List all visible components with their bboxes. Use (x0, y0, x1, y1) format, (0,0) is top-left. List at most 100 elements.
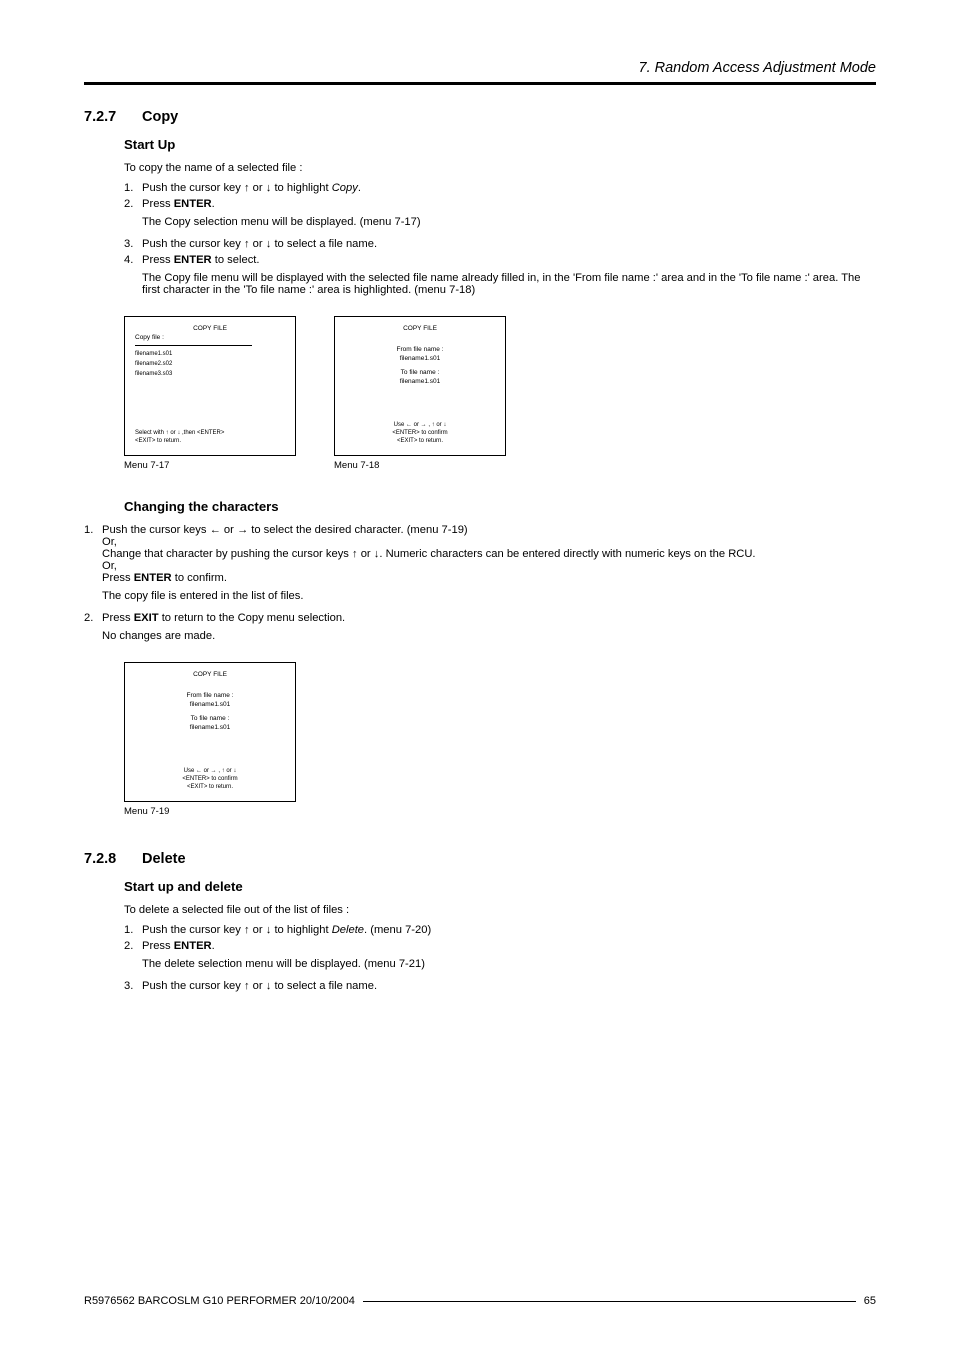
subhead-start-up: Start Up (124, 137, 876, 152)
left-arrow-icon: ← (210, 524, 221, 536)
menu-figures-row: COPY FILE Copy file : filename1.s01 file… (124, 316, 876, 471)
subhead-start-up-delete: Start up and delete (124, 879, 876, 894)
menu-line: Copy file : (135, 334, 285, 343)
menu-rule (135, 345, 252, 346)
text: . (358, 182, 361, 194)
menu-frame: COPY FILE Copy file : filename1.s01 file… (124, 316, 296, 456)
section-number: 7.2.7 (84, 109, 142, 125)
step-text: Push the cursor keys ← or → to select th… (102, 524, 876, 608)
menu-footer: Use ← or → , ↑ or ↓ <ENTER> to confirm <… (125, 767, 295, 791)
step-number: 1. (84, 524, 102, 608)
page: 7. Random Access Adjustment Mode 7.2.7 C… (0, 0, 954, 1351)
menu-7-18: COPY FILE From file name : filename1.s01… (334, 316, 506, 471)
step-text: Press ENTER. The Copy selection menu wil… (142, 198, 876, 234)
menu-line: filename2.s02 (135, 360, 285, 368)
text: to select the desired character. (menu 7… (248, 524, 468, 536)
step-result: The copy file is entered in the list of … (102, 590, 876, 602)
emphasis: Delete (332, 924, 364, 936)
menu-title: COPY FILE (135, 671, 285, 680)
step-number: 2. (84, 612, 102, 648)
text: Press (142, 198, 174, 210)
text: . Numeric characters can be entered dire… (379, 548, 755, 560)
step-result: The Copy selection menu will be displaye… (142, 216, 876, 228)
text: . (212, 198, 215, 210)
section-7-2-7-heading: 7.2.7 Copy (84, 109, 876, 125)
menu-title: COPY FILE (345, 325, 495, 334)
text: Push the cursor key (142, 924, 244, 936)
text: Press (102, 572, 134, 584)
menu-caption: Menu 7-17 (124, 460, 296, 471)
menu-7-19: COPY FILE From file name : filename1.s01… (124, 662, 296, 817)
step-number: 2. (124, 940, 142, 976)
copy-steps: 1. Push the cursor key ↑ or ↓ to highlig… (124, 182, 876, 302)
text: to confirm. (172, 572, 227, 584)
section-title: Delete (142, 851, 186, 867)
step-text: Push the cursor key ↑ or ↓ to highlight … (142, 182, 876, 194)
delete-steps: 1. Push the cursor key ↑ or ↓ to highlig… (124, 924, 876, 992)
text: to return to the Copy menu selection. (159, 612, 346, 624)
page-number: 65 (864, 1295, 876, 1307)
text: Change that character by pushing the cur… (102, 548, 352, 560)
step-text: Push the cursor key ↑ or ↓ to highlight … (142, 924, 876, 936)
emphasis: Copy (332, 182, 358, 194)
text: Push the cursor key (142, 980, 244, 992)
menu-7-17: COPY FILE Copy file : filename1.s01 file… (124, 316, 296, 471)
right-arrow-icon: → (237, 524, 248, 536)
menu-frame: COPY FILE From file name : filename1.s01… (334, 316, 506, 456)
text: Press (102, 612, 134, 624)
text: Press (142, 254, 174, 266)
changing-steps: 1. Push the cursor keys ← or → to select… (84, 524, 876, 648)
text: Push the cursor key (142, 238, 244, 250)
menu-line: filename1.s01 (345, 378, 495, 387)
step-text: Press ENTER to select. The Copy file men… (142, 254, 876, 302)
text: . (menu 7-20) (364, 924, 431, 936)
running-header: 7. Random Access Adjustment Mode (84, 60, 876, 76)
text: Push the cursor key (142, 182, 244, 194)
text: to select a file name. (271, 980, 377, 992)
section-7-2-8-heading: 7.2.8 Delete (84, 851, 876, 867)
section-7-2-8-body: Start up and delete To delete a selected… (124, 879, 876, 992)
text: Press (142, 940, 174, 952)
step-number: 1. (124, 182, 142, 194)
step-result: No changes are made. (102, 630, 876, 642)
menu-line: From file name : (135, 692, 285, 701)
intro-para: To copy the name of a selected file : (124, 162, 876, 174)
or: Or, (102, 536, 876, 548)
menu-body: From file name : filename1.s01 To file n… (135, 692, 285, 733)
text: to highlight (271, 182, 331, 194)
header-rule (84, 82, 876, 85)
step-text: Press ENTER. The delete selection menu w… (142, 940, 876, 976)
strong: EXIT (134, 612, 159, 624)
text: Push the cursor keys (102, 524, 210, 536)
menu-body: From file name : filename1.s01 To file n… (345, 346, 495, 387)
step-text: Press EXIT to return to the Copy menu se… (102, 612, 876, 648)
strong: ENTER (174, 940, 212, 952)
text: or (250, 182, 266, 194)
text: or (221, 524, 237, 536)
section-7-2-7-body: Start Up To copy the name of a selected … (124, 137, 876, 817)
menu-line: To file name : (345, 369, 495, 378)
menu-line: To file name : (135, 715, 285, 724)
text: to select a file name. (271, 238, 377, 250)
step-number: 4. (124, 254, 142, 302)
strong: ENTER (174, 198, 212, 210)
menu-frame: COPY FILE From file name : filename1.s01… (124, 662, 296, 802)
text: to highlight (271, 924, 331, 936)
menu-line: From file name : (345, 346, 495, 355)
step-number: 1. (124, 924, 142, 936)
step-number: 3. (124, 980, 142, 992)
menu-line: filename1.s01 (135, 724, 285, 733)
step-result: The Copy file menu will be displayed wit… (142, 272, 876, 296)
menu-figures-row-2: COPY FILE From file name : filename1.s01… (124, 662, 876, 817)
footer-left: R5976562 BARCOSLM G10 PERFORMER 20/10/20… (84, 1295, 355, 1307)
text: to select. (212, 254, 260, 266)
text: or (250, 980, 266, 992)
text: Press ENTER to confirm. (102, 572, 876, 584)
menu-footer: Select with ↑ or ↓ ,then <ENTER> <EXIT> … (125, 429, 295, 445)
menu-line: filename1.s01 (345, 355, 495, 364)
menu-line: filename1.s01 (135, 350, 285, 358)
intro-para: To delete a selected file out of the lis… (124, 904, 876, 916)
section-title: Copy (142, 109, 178, 125)
menu-line: filename3.s03 (135, 370, 285, 378)
strong: ENTER (174, 254, 212, 266)
